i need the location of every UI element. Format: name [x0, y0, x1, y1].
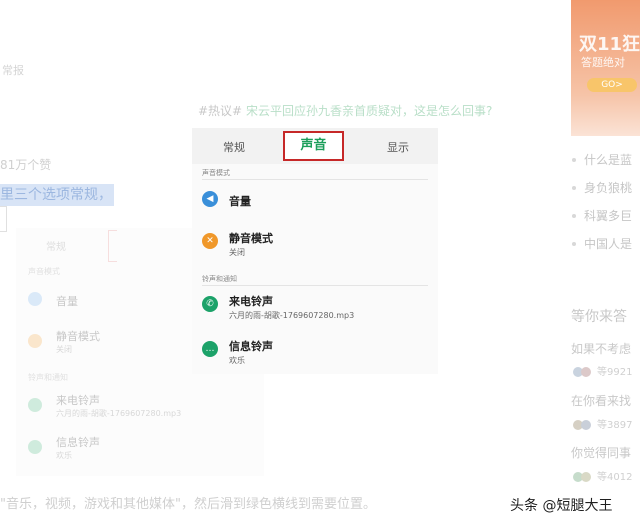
waiting-count: 等9921: [597, 367, 633, 378]
setting-row-volume[interactable]: ◀ 音量: [202, 184, 428, 224]
hot-topic-tag: #热议#: [198, 104, 243, 118]
bullet-icon: [572, 213, 576, 218]
section-sound-mode: 声音模式: [202, 169, 230, 177]
ad-go-button[interactable]: GO>: [587, 78, 637, 92]
message-icon: …: [202, 341, 218, 357]
hot-question-text[interactable]: 科翼多巨: [584, 209, 632, 223]
hot-question[interactable]: 什么是蓝: [570, 151, 632, 168]
ghost-section-ringtones: 铃声和通知: [28, 373, 68, 382]
setting-row-call-ringtone[interactable]: ✆ 来电铃声 六月的雨-胡歌-1769607280.mp3: [202, 289, 428, 329]
waiting-meta: 等3897: [573, 416, 632, 431]
speaker-icon: [28, 292, 42, 306]
answer-like-count: 81万个赞: [0, 158, 52, 172]
waiting-question[interactable]: 你觉得同事: [571, 444, 631, 461]
tab-display[interactable]: 显示: [387, 139, 409, 155]
ghost-tab-highlight: [108, 230, 117, 262]
ghost-row-subtitle: 欢乐: [56, 451, 72, 460]
setting-subtitle: 欢乐: [229, 356, 245, 365]
faded-frame: [0, 206, 7, 232]
ghost-section-mode: 声音模式: [28, 267, 60, 276]
tab-sound[interactable]: 声音: [283, 131, 344, 161]
bullet-icon: [572, 157, 576, 162]
setting-title: 音量: [229, 195, 251, 208]
ad-title: 双11狂欢: [579, 34, 640, 55]
avatar-group: [573, 472, 595, 482]
ad-subtitle: 答题绝对: [581, 56, 625, 69]
setting-row-silent-mode[interactable]: ✕ 静音模式 关闭: [202, 226, 428, 266]
setting-title: 信息铃声: [229, 340, 273, 353]
ghost-row-title: 来电铃声: [56, 394, 100, 407]
message-icon: [28, 440, 42, 454]
setting-title: 来电铃声: [229, 295, 273, 308]
setting-row-message-ringtone[interactable]: … 信息铃声 欢乐: [202, 334, 428, 374]
ghost-row-title: 音量: [56, 295, 78, 308]
phone-icon: ✆: [202, 296, 218, 312]
hot-question[interactable]: 科翼多巨: [570, 207, 632, 224]
divider: [202, 285, 428, 286]
ad-banner[interactable]: 双11狂欢 答题绝对 GO>: [571, 0, 640, 136]
answer-body-text: "音乐，视频，游戏和其他媒体"，然后滑到绿色横线到需要位置。: [0, 497, 376, 512]
waiting-section-title: 等你来答: [571, 309, 627, 325]
waiting-meta: 等4012: [573, 468, 632, 483]
waiting-meta: 等9921: [573, 363, 632, 378]
hot-question-text[interactable]: 什么是蓝: [584, 153, 632, 167]
setting-subtitle: 关闭: [229, 248, 245, 257]
bullet-icon: [572, 185, 576, 190]
waiting-count: 等4012: [597, 472, 633, 483]
setting-subtitle: 六月的雨-胡歌-1769607280.mp3: [229, 311, 355, 320]
hot-question[interactable]: 中国人是: [570, 235, 632, 252]
waiting-question[interactable]: 在你看来找: [571, 392, 631, 409]
hot-question-text[interactable]: 中国人是: [584, 237, 632, 251]
avatar-group: [573, 367, 595, 377]
speaker-icon: ◀: [202, 191, 218, 207]
watermark: 头条 @短腿大王: [510, 498, 613, 514]
hot-question[interactable]: 身负狼桃: [570, 179, 632, 196]
setting-title: 静音模式: [229, 232, 273, 245]
hot-topic[interactable]: #热议# 宋云平回应孙九香亲首质疑对，这是怎么回事?: [198, 102, 492, 119]
waiting-count: 等3897: [597, 420, 633, 431]
waiting-question[interactable]: 如果不考虑: [571, 340, 631, 357]
page-section-label: 常报: [2, 64, 24, 77]
ghost-row-subtitle: 关闭: [56, 345, 72, 354]
bullet-icon: [572, 241, 576, 246]
avatar-group: [573, 420, 595, 430]
selected-answer-text[interactable]: 里三个选项常规，: [0, 184, 114, 206]
ghost-row-title: 静音模式: [56, 330, 100, 343]
hot-question-text[interactable]: 身负狼桃: [584, 181, 632, 195]
settings-tab-bar: 常规 声音 显示: [192, 128, 438, 164]
bell-mute-icon: [28, 334, 42, 348]
ghost-row-title: 信息铃声: [56, 436, 100, 449]
ghost-row-subtitle: 六月的雨-胡歌-1769607280.mp3: [56, 409, 182, 418]
divider: [202, 179, 428, 180]
section-ringtones: 铃声和通知: [202, 275, 237, 283]
tab-normal[interactable]: 常规: [223, 139, 245, 155]
sound-settings-screenshot: 常规 声音 显示 声音模式 ◀ 音量 ✕ 静音模式 关闭 铃声和通知 ✆ 来电铃…: [192, 128, 438, 374]
ghost-tab-normal: 常规: [46, 242, 66, 253]
phone-icon: [28, 398, 42, 412]
bell-mute-icon: ✕: [202, 233, 218, 249]
hot-topic-link[interactable]: 宋云平回应孙九香亲首质疑对，这是怎么回事?: [246, 104, 492, 118]
